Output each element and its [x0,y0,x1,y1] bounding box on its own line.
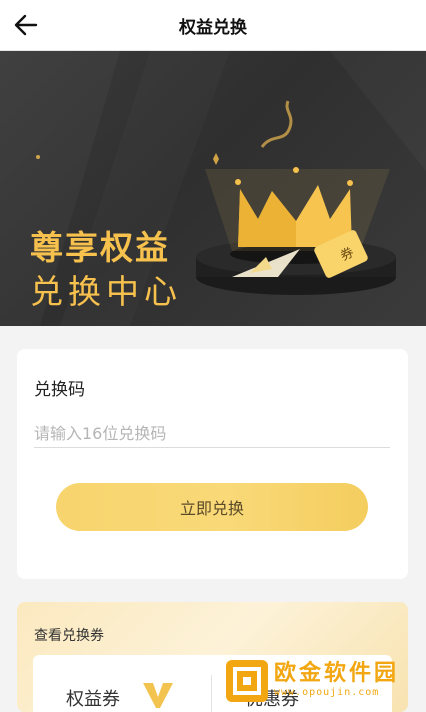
redeem-code-input[interactable] [34,419,390,448]
watermark-logo-icon [233,666,261,695]
back-arrow-icon [14,14,38,36]
view-coupons-label: 查看兑换券 [34,628,104,644]
page-title: 权益兑换 [179,17,247,38]
back-button[interactable] [10,9,42,41]
hero-banner: 券 尊享权益 兑换中心 [0,51,426,326]
watermark-url: www.opoujin.com [274,687,380,698]
redeem-now-button[interactable]: 立即兑换 [56,483,368,531]
site-watermark: 欧金软件园 www.opoujin.com [226,659,422,702]
coupon-divider [211,675,212,712]
v-logo-icon [143,683,173,708]
coupon-tab-benefit[interactable]: 权益券 [66,685,120,711]
banner-subheadline: 兑换中心 [30,272,182,311]
top-bar: 权益兑换 [0,0,426,51]
redeem-code-label: 兑换码 [34,380,85,400]
banner-headline: 尊享权益 [30,228,170,267]
redeem-card: 兑换码 立即兑换 [17,349,408,579]
watermark-title: 欧金软件园 [274,661,400,686]
watermark-logo [226,659,268,702]
